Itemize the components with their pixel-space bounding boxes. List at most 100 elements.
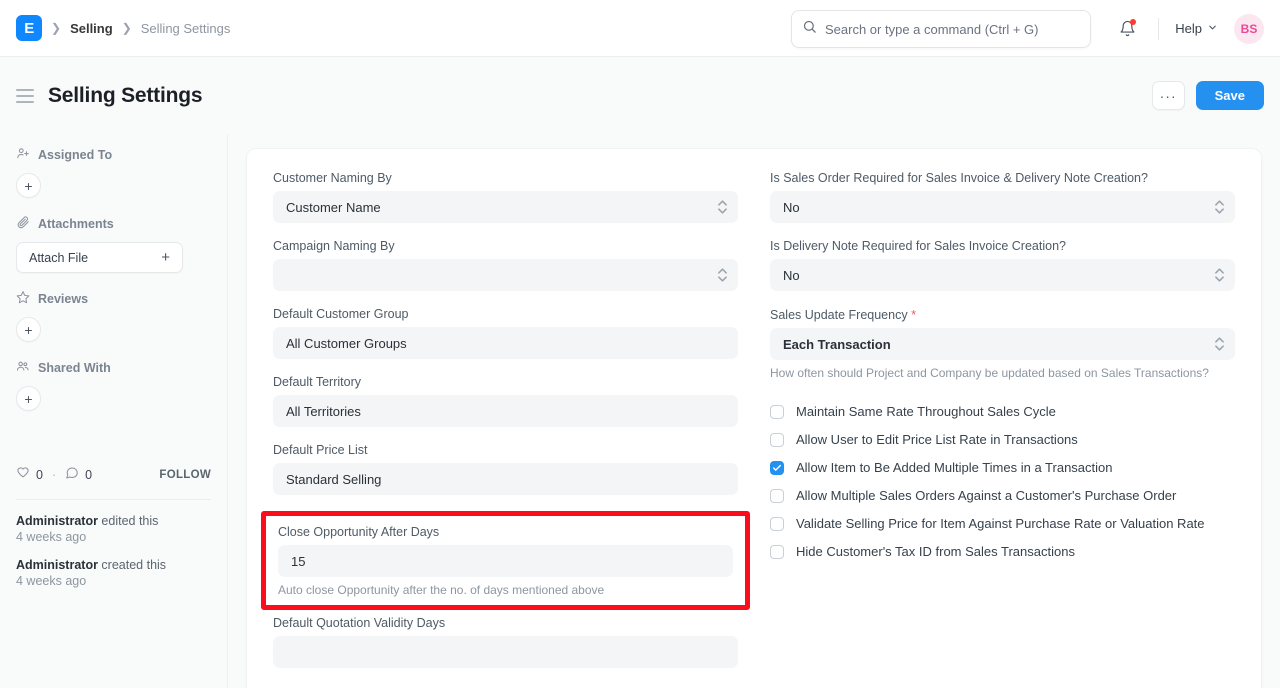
checkbox-allow-user-edit-price-list-rate[interactable]: Allow User to Edit Price List Rate in Tr… (770, 432, 1235, 447)
main-content: Customer Naming By Customer Name Campaig… (228, 134, 1280, 688)
help-menu-button[interactable]: Help (1173, 17, 1220, 40)
activity-user: Administrator (16, 514, 98, 528)
page-body: Assigned To + Attachments Attach File + (0, 134, 1280, 688)
field-label: Default Territory (273, 375, 738, 389)
field-default-price-list: Default Price List Standard Selling (273, 443, 738, 495)
field-is-delivery-note-required: Is Delivery Note Required for Sales Invo… (770, 239, 1235, 291)
chevron-down-icon (1207, 21, 1218, 36)
like-count: 0 (36, 468, 43, 482)
field-label: Customer Naming By (273, 171, 738, 185)
is-delivery-note-required-select[interactable]: No (770, 259, 1235, 291)
activity-action: edited this (98, 514, 158, 528)
follow-button[interactable]: FOLLOW (159, 469, 211, 481)
breadcrumb-item-selling-settings[interactable]: Selling Settings (141, 21, 231, 36)
breadcrumb: ❯ Selling ❯ Selling Settings (42, 21, 230, 36)
field-value: No (783, 200, 800, 215)
field-hint: Auto close Opportunity after the no. of … (278, 583, 733, 597)
checkbox-box[interactable] (770, 545, 784, 559)
field-label: Close Opportunity After Days (278, 525, 733, 539)
field-hint: How often should Project and Company be … (770, 366, 1235, 380)
field-value: No (783, 268, 800, 283)
checkbox-label: Maintain Same Rate Throughout Sales Cycl… (796, 404, 1056, 419)
attachments-label: Attachments (38, 217, 114, 231)
add-assignment-button[interactable]: + (16, 173, 41, 198)
settings-card: Customer Naming By Customer Name Campaig… (246, 148, 1262, 688)
navbar-divider (1158, 18, 1159, 40)
checkbox-validate-selling-price[interactable]: Validate Selling Price for Item Against … (770, 516, 1235, 531)
field-label-text: Sales Update Frequency (770, 308, 908, 322)
field-value: Customer Name (286, 200, 381, 215)
search-bar[interactable] (791, 10, 1091, 48)
field-value: 15 (291, 554, 305, 569)
sidebar-toggle-icon[interactable] (16, 89, 34, 103)
top-navbar: E ❯ Selling ❯ Selling Settings Help (0, 0, 1280, 57)
sidebar-section-assigned-to: Assigned To + (16, 146, 211, 198)
default-price-list-input[interactable]: Standard Selling (273, 463, 738, 495)
page-title: Selling Settings (48, 84, 202, 108)
checkbox-box[interactable] (770, 433, 784, 447)
more-options-button[interactable]: ··· (1152, 81, 1185, 110)
sidebar-section-shared-with: Shared With + (16, 359, 211, 411)
star-icon (16, 290, 30, 307)
heart-icon[interactable] (16, 466, 30, 483)
assigned-to-label: Assigned To (38, 148, 112, 162)
shared-with-label: Shared With (38, 361, 111, 375)
checkbox-allow-item-multiple-times[interactable]: Allow Item to Be Added Multiple Times in… (770, 460, 1235, 475)
checkbox-box[interactable] (770, 405, 784, 419)
campaign-naming-by-select[interactable] (273, 259, 738, 291)
notification-badge-dot (1130, 19, 1136, 25)
search-input[interactable] (825, 22, 1080, 37)
breadcrumb-item-selling[interactable]: Selling (70, 21, 113, 36)
shared-with-header: Shared With (16, 359, 211, 376)
field-value: Each Transaction (783, 337, 891, 352)
close-opportunity-after-days-input[interactable]: 15 (278, 545, 733, 577)
is-sales-order-required-select[interactable]: No (770, 191, 1235, 223)
default-territory-input[interactable]: All Territories (273, 395, 738, 427)
breadcrumb-chevron-icon: ❯ (51, 21, 61, 35)
navbar-right-controls: Help BS (1110, 0, 1264, 57)
activity-item: Administrator created this 4 weeks ago (16, 558, 211, 588)
checkbox-hide-customer-tax-id[interactable]: Hide Customer's Tax ID from Sales Transa… (770, 544, 1235, 559)
reviews-label: Reviews (38, 292, 88, 306)
social-stats: 0 · 0 FOLLOW (16, 466, 211, 483)
add-review-button[interactable]: + (16, 317, 41, 342)
field-value: All Customer Groups (286, 336, 407, 351)
field-close-opportunity-after-days: Close Opportunity After Days 15 Auto clo… (278, 525, 733, 597)
customer-naming-by-select[interactable]: Customer Name (273, 191, 738, 223)
checkbox-label: Allow Multiple Sales Orders Against a Cu… (796, 488, 1176, 503)
default-customer-group-input[interactable]: All Customer Groups (273, 327, 738, 359)
sidebar-section-reviews: Reviews + (16, 290, 211, 342)
activity-time: 4 weeks ago (16, 574, 211, 588)
stepper-icon (718, 200, 727, 214)
breadcrumb-chevron-icon: ❯ (122, 21, 132, 35)
app-logo-icon[interactable]: E (16, 15, 42, 41)
activity-time: 4 weeks ago (16, 530, 211, 544)
checkbox-box[interactable] (770, 461, 784, 475)
field-is-sales-order-required: Is Sales Order Required for Sales Invoic… (770, 171, 1235, 223)
attach-file-label: Attach File (29, 251, 88, 265)
save-button[interactable]: Save (1196, 81, 1264, 110)
field-label: Is Sales Order Required for Sales Invoic… (770, 171, 1235, 185)
search-icon (802, 19, 817, 39)
default-quotation-validity-days-input[interactable] (273, 636, 738, 668)
field-customer-naming-by: Customer Naming By Customer Name (273, 171, 738, 223)
avatar[interactable]: BS (1234, 14, 1264, 44)
checkbox-box[interactable] (770, 517, 784, 531)
page-header: Selling Settings ··· Save (0, 57, 1280, 134)
required-asterisk: * (911, 307, 916, 322)
users-icon (16, 359, 30, 376)
notifications-button[interactable] (1110, 12, 1144, 46)
activity-action: created this (98, 558, 166, 572)
checkbox-box[interactable] (770, 489, 784, 503)
field-label: Sales Update Frequency * (770, 307, 1235, 322)
sales-update-frequency-select[interactable]: Each Transaction (770, 328, 1235, 360)
add-share-button[interactable]: + (16, 386, 41, 411)
checkbox-allow-multiple-sales-orders[interactable]: Allow Multiple Sales Orders Against a Cu… (770, 488, 1235, 503)
checkbox-maintain-same-rate[interactable]: Maintain Same Rate Throughout Sales Cycl… (770, 404, 1235, 419)
field-label: Default Customer Group (273, 307, 738, 321)
comment-count: 0 (85, 468, 92, 482)
comment-icon[interactable] (65, 466, 79, 483)
field-value: Standard Selling (286, 472, 381, 487)
attach-file-button[interactable]: Attach File + (16, 242, 183, 273)
assigned-to-header: Assigned To (16, 146, 211, 163)
